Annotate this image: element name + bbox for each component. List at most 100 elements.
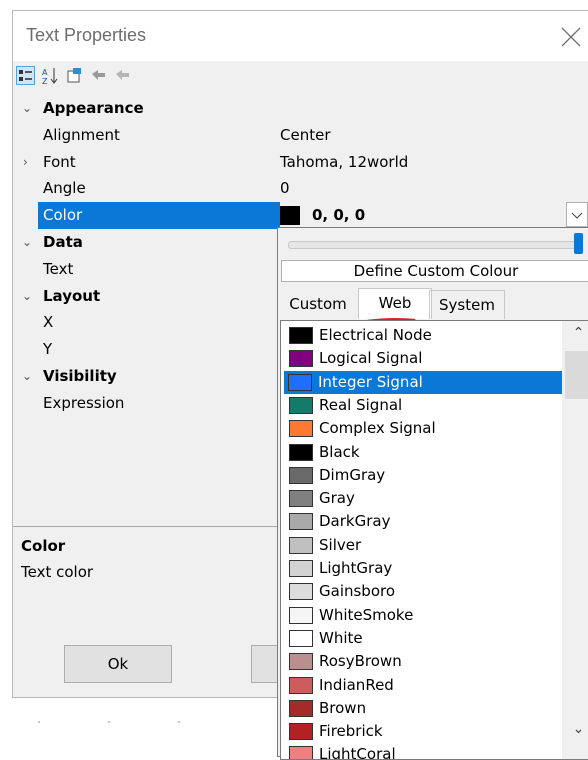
color-swatch (289, 327, 313, 344)
color-name: IndianRed (319, 675, 394, 694)
alpha-slider-thumb[interactable] (574, 233, 583, 254)
color-swatch (289, 536, 313, 554)
property-name: Angle (43, 179, 86, 198)
categorized-icon[interactable] (16, 66, 35, 85)
property-color[interactable]: Color 0, 0, 0 (13, 202, 588, 230)
color-swatch (289, 490, 313, 508)
color-swatch (280, 206, 300, 226)
color-name: White (319, 628, 363, 647)
property-value[interactable]: Tahoma, 12world (280, 149, 408, 176)
property-angle[interactable]: Angle 0 (13, 175, 588, 202)
property-alignment[interactable]: Alignment Center (13, 122, 588, 149)
property-name: Expression (43, 393, 125, 412)
color-name: RosyBrown (319, 652, 402, 671)
scroll-up-icon[interactable]: ⌃ (562, 325, 588, 341)
color-name: Firebrick (319, 722, 383, 741)
background-dot (178, 721, 180, 723)
disabled-events-icon[interactable] (113, 66, 132, 85)
color-name: LightCoral (319, 745, 396, 760)
color-swatch (289, 466, 313, 484)
scrollbar-thumb[interactable] (565, 351, 588, 399)
color-swatch (289, 350, 313, 368)
color-name: LightGray (319, 559, 393, 577)
color-swatch (289, 443, 313, 461)
category-appearance[interactable]: ⌄ Appearance (13, 95, 588, 122)
scroll-down-icon[interactable]: ⌄ (562, 721, 588, 737)
chevron-down-icon[interactable]: ⌄ (22, 363, 32, 390)
property-value[interactable]: Center (280, 122, 331, 149)
color-item[interactable]: WhiteSmoke (285, 604, 561, 627)
color-name: Black (319, 442, 360, 461)
category-label: Appearance (43, 99, 144, 117)
color-name: Brown (319, 698, 367, 717)
property-name: X (43, 313, 54, 332)
define-custom-colour-button[interactable]: Define Custom Colour (281, 260, 588, 282)
chevron-down-icon[interactable]: ⌄ (22, 229, 32, 256)
property-font[interactable]: › Font Tahoma, 12world (13, 149, 588, 176)
color-name: Gray (319, 489, 355, 508)
color-picker-popup: Define Custom Colour Custom Web System E… (277, 227, 588, 760)
color-item[interactable]: DarkGray (285, 510, 561, 533)
color-swatch (288, 373, 312, 391)
ok-button[interactable]: Ok (64, 645, 172, 683)
property-pages-icon[interactable] (65, 66, 84, 85)
events-icon[interactable] (89, 66, 108, 85)
color-name: WhiteSmoke (319, 605, 414, 624)
color-item[interactable]: Complex Signal (285, 417, 561, 440)
color-swatch (289, 676, 313, 694)
chevron-down-icon (571, 212, 583, 219)
property-name: Text (43, 259, 74, 278)
category-label: Visibility (43, 367, 117, 385)
color-item[interactable]: Brown (285, 697, 561, 720)
chevron-down-icon[interactable]: ⌄ (22, 283, 32, 310)
category-label: Layout (43, 286, 101, 305)
color-item[interactable]: White (285, 627, 561, 650)
color-item[interactable]: Logical Signal (285, 347, 561, 370)
color-item[interactable]: Firebrick (285, 720, 561, 743)
tab-web[interactable]: Web (358, 288, 432, 319)
color-swatch (289, 629, 313, 647)
color-name: Logical Signal (319, 349, 423, 368)
color-item[interactable]: Black (285, 441, 561, 464)
color-item[interactable]: LightCoral (285, 743, 561, 760)
window-title: Text Properties (26, 25, 147, 45)
chevron-down-icon[interactable]: ⌄ (22, 95, 32, 122)
background-dot (108, 721, 110, 723)
color-name: Complex Signal (319, 419, 436, 438)
color-item[interactable]: Gainsboro (285, 580, 561, 603)
color-dropdown-button[interactable] (566, 202, 588, 227)
web-color-list[interactable]: Electrical Node Logical Signal Integer Sig… (280, 320, 588, 760)
property-value[interactable]: 0, 0, 0 (312, 202, 365, 229)
description-text: Text color (21, 563, 94, 581)
description-panel: Color Text color (13, 526, 283, 632)
tab-custom[interactable]: Custom (280, 290, 356, 318)
color-item[interactable]: RosyBrown (285, 650, 561, 673)
color-item[interactable]: Electrical Node (285, 324, 561, 347)
property-value[interactable]: 0 (280, 175, 290, 202)
alpha-slider-track[interactable] (288, 241, 580, 249)
sort-alphabetical-icon[interactable]: AZ (41, 66, 60, 86)
svg-text:A: A (42, 68, 48, 77)
tab-system[interactable]: System (429, 290, 505, 319)
color-item[interactable]: IndianRed (285, 674, 561, 697)
property-toolbar: AZ (13, 63, 588, 89)
color-swatch (289, 583, 313, 601)
color-name: Electrical Node (319, 326, 432, 344)
property-name: Font (43, 152, 76, 171)
property-name: Color (38, 202, 280, 230)
color-swatch (289, 420, 313, 438)
color-swatch (289, 699, 313, 717)
color-item[interactable]: DimGray (285, 464, 561, 487)
color-item[interactable]: Silver (285, 534, 561, 557)
vertical-scrollbar[interactable]: ⌃ ⌄ (562, 321, 588, 759)
color-item[interactable]: Gray (285, 487, 561, 510)
color-item[interactable]: LightGray (285, 557, 561, 580)
color-name: Real Signal (319, 395, 403, 414)
color-name: Gainsboro (319, 582, 396, 601)
color-item[interactable]: Real Signal (285, 394, 561, 417)
color-item[interactable]: Integer Signal (284, 370, 563, 394)
chevron-right-icon[interactable]: › (23, 149, 28, 176)
description-title: Color (21, 537, 66, 555)
color-swatch (289, 723, 313, 741)
close-icon[interactable] (556, 22, 586, 52)
